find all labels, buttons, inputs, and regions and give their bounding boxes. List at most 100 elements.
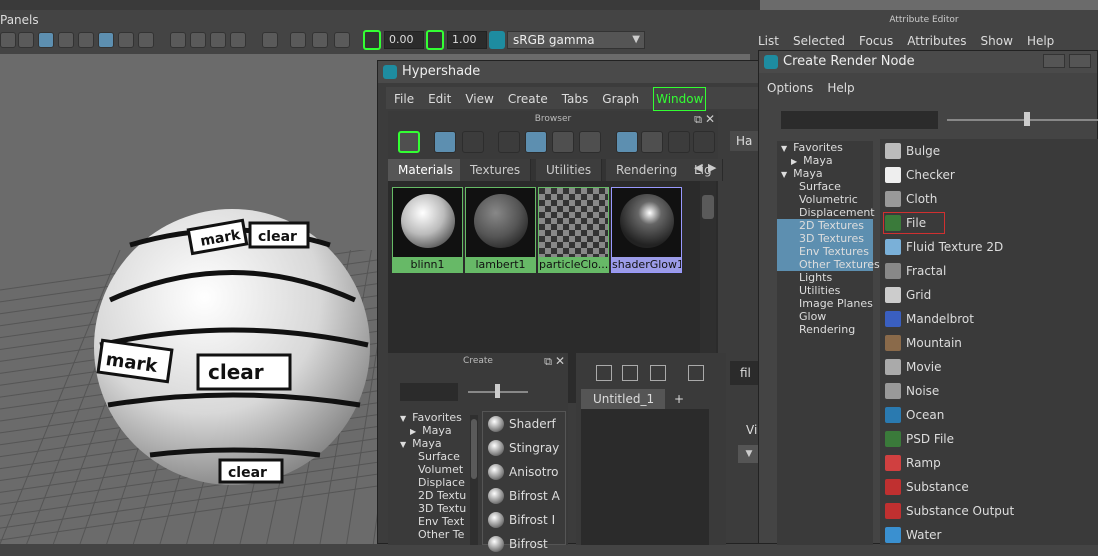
tree-item[interactable]: Volumetric — [777, 193, 873, 206]
hs-menu-window[interactable]: Window — [653, 87, 707, 111]
render-node-item-cloth[interactable]: Cloth — [880, 187, 1098, 211]
render-node-item-substance[interactable]: Substance — [880, 475, 1098, 499]
ae-menu-selected[interactable]: Selected — [793, 30, 845, 52]
create-node-item[interactable]: Anisotro — [483, 460, 565, 484]
hypershade-titlebar[interactable]: Hypershade — [378, 61, 766, 83]
render-node-item-movie[interactable]: Movie — [880, 355, 1098, 379]
tab-rendering[interactable]: Rendering — [606, 159, 689, 181]
tree-item[interactable]: Displacement — [777, 206, 875, 219]
material-swatch[interactable]: lambert1 — [465, 187, 536, 273]
xray-icon[interactable] — [170, 32, 186, 48]
tree-item[interactable]: Glow — [777, 310, 873, 323]
render-node-item-ocean[interactable]: Ocean — [880, 403, 1098, 427]
tree-item[interactable]: ▼ Favorites — [777, 141, 873, 154]
ae-menu-attributes[interactable]: Attributes — [907, 30, 966, 52]
render-node-item-water[interactable]: Water — [880, 523, 1098, 547]
graph-tab[interactable]: Untitled_1 — [581, 389, 665, 409]
shaded-icon[interactable] — [58, 32, 74, 48]
color-management-icon[interactable] — [489, 31, 505, 49]
sort-by-time-icon[interactable] — [668, 131, 690, 153]
tree-scrollbar[interactable] — [470, 415, 478, 545]
float-panel-icon[interactable]: ⧉ — [694, 112, 702, 128]
add-tab-button[interactable]: + — [665, 389, 693, 409]
material-swatch[interactable]: particleClo... — [538, 187, 609, 273]
tree-item[interactable]: Lights — [777, 271, 873, 284]
render-node-item-grid[interactable]: Grid — [880, 283, 1098, 307]
render-node-titlebar[interactable]: Create Render Node — [759, 51, 1097, 73]
expand-right-icon[interactable]: ▶ — [791, 157, 797, 166]
render-node-item-file[interactable]: File — [880, 211, 1098, 235]
lock-camera-icon[interactable] — [334, 32, 350, 48]
scroll-thumb[interactable] — [471, 419, 477, 479]
input-output-connections-icon[interactable] — [622, 365, 638, 381]
gamma-toggle-icon[interactable] — [426, 30, 444, 50]
cube-icon[interactable] — [18, 32, 34, 48]
minimize-icon[interactable] — [1043, 54, 1065, 68]
output-connections-icon[interactable] — [650, 365, 666, 381]
tree-item[interactable]: Image Planes — [777, 297, 873, 310]
ae-menu-show[interactable]: Show — [981, 30, 1013, 52]
create-search-input[interactable] — [400, 383, 458, 401]
ae-menu-help[interactable]: Help — [1027, 30, 1054, 52]
render-node-item-ramp[interactable]: Ramp — [880, 451, 1098, 475]
chevron-down-icon[interactable]: ▼ — [738, 445, 760, 463]
expand-right-icon[interactable]: ▶ — [410, 427, 416, 436]
hs-menu-tabs[interactable]: Tabs — [562, 88, 589, 110]
expand-down-icon[interactable]: ▼ — [400, 414, 406, 423]
close-icon[interactable]: ✕ — [555, 353, 565, 369]
tree-item[interactable]: 2D Textures — [777, 219, 873, 232]
on-toggle-icon[interactable] — [398, 131, 420, 153]
float-panel-icon[interactable]: ⧉ — [544, 354, 552, 370]
close-icon[interactable]: ✕ — [705, 111, 715, 127]
grid-icon[interactable] — [190, 32, 206, 48]
render-node-item-mandelbrot[interactable]: Mandelbrot — [880, 307, 1098, 331]
tree-item[interactable]: ▶ Maya — [777, 154, 873, 167]
small-swatch-icon[interactable] — [498, 131, 520, 153]
ae-menu-list[interactable]: List — [758, 30, 779, 52]
graph-options-icon[interactable] — [688, 365, 704, 381]
render-node-item-mountain[interactable]: Mountain — [880, 331, 1098, 355]
tree-item[interactable]: Surface — [777, 180, 873, 193]
tree-item[interactable]: 2D Textu — [396, 489, 468, 502]
tree-item[interactable]: 3D Textu — [396, 502, 468, 515]
shadows-icon[interactable] — [118, 32, 134, 48]
input-connections-icon[interactable] — [596, 365, 612, 381]
create-node-item[interactable]: Shaderf — [483, 412, 565, 436]
hs-menu-create[interactable]: Create — [508, 88, 548, 110]
sort-by-name-icon[interactable] — [616, 131, 638, 153]
graph-canvas[interactable] — [581, 409, 709, 545]
tree-item[interactable]: Env Text — [396, 515, 468, 528]
resolution-gate-icon[interactable] — [230, 32, 246, 48]
isolate-icon[interactable] — [138, 32, 154, 48]
hs-menu-file[interactable]: File — [394, 88, 414, 110]
expand-down-icon[interactable]: ▼ — [400, 440, 406, 449]
tree-item[interactable]: ▶ Maya — [396, 424, 468, 437]
xlarge-swatch-icon[interactable] — [579, 131, 601, 153]
tree-item[interactable]: Surface — [396, 450, 468, 463]
scroll-thumb[interactable] — [702, 195, 714, 219]
tree-item[interactable]: Volumet — [396, 463, 468, 476]
tree-item[interactable]: Utilities — [777, 284, 873, 297]
tree-item[interactable]: Displace — [396, 476, 468, 489]
material-swatch[interactable]: blinn1 — [392, 187, 463, 273]
rn-menu-options[interactable]: Options — [767, 77, 813, 99]
hs-menu-graph[interactable]: Graph — [602, 88, 639, 110]
tab-scroll-left-icon[interactable]: ◀ — [694, 161, 702, 174]
gamma-field[interactable]: 1.00 — [447, 31, 487, 49]
tree-item[interactable]: ▼ Favorites — [396, 411, 468, 424]
texture-icon[interactable] — [78, 32, 94, 48]
film-gate-icon[interactable] — [210, 32, 226, 48]
view-as-icons-icon[interactable] — [434, 131, 456, 153]
render-node-slider-handle[interactable] — [1024, 112, 1030, 126]
render-node-item-psd-file[interactable]: PSD File — [880, 427, 1098, 451]
create-node-item[interactable]: Bifrost A — [483, 484, 565, 508]
refresh-icon[interactable] — [693, 131, 715, 153]
medium-swatch-icon[interactable] — [525, 131, 547, 153]
view-as-list-icon[interactable] — [462, 131, 484, 153]
create-slider-handle[interactable] — [495, 384, 500, 398]
image-plane-icon[interactable] — [312, 32, 328, 48]
lights-icon[interactable] — [98, 32, 114, 48]
exposure-field[interactable]: 0.00 — [384, 31, 424, 49]
expand-down-icon[interactable]: ▼ — [781, 144, 787, 153]
exposure-toggle-icon[interactable] — [363, 30, 381, 50]
